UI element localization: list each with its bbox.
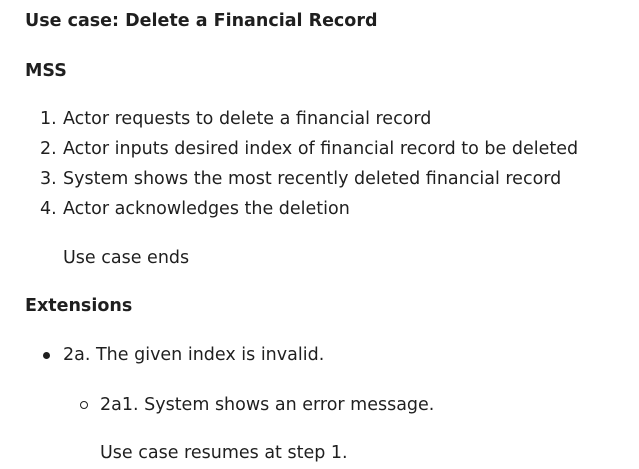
extensions-heading: Extensions	[25, 296, 133, 316]
mss-step: 1. Actor requests to delete a financial …	[0, 107, 639, 137]
step-text: Actor acknowledges the deletion	[63, 199, 350, 219]
mss-end-text: Use case ends	[63, 248, 190, 268]
mss-heading: MSS	[25, 61, 67, 81]
bullet-circle-icon	[80, 401, 88, 409]
mss-step-list: 1. Actor requests to delete a financial …	[0, 107, 639, 227]
step-number: 2.	[40, 139, 57, 159]
step-text: Actor inputs desired index of financial …	[63, 139, 579, 159]
mss-step: 2. Actor inputs desired index of financi…	[0, 137, 639, 167]
step-number: 3.	[40, 169, 57, 189]
step-number: 1.	[40, 109, 57, 129]
extension-item: 2a. The given index is invalid.	[0, 343, 639, 367]
mss-step: 3. System shows the most recently delete…	[0, 167, 639, 197]
extension-sub-text: 2a1. System shows an error message.	[100, 395, 435, 415]
extension-text: 2a. The given index is invalid.	[63, 345, 325, 365]
step-text: System shows the most recently deleted f…	[63, 169, 562, 189]
step-number: 4.	[40, 199, 57, 219]
mss-step: 4. Actor acknowledges the deletion	[0, 197, 639, 227]
bullet-disc-icon	[43, 352, 50, 359]
use-case-title: Use case: Delete a Financial Record	[25, 11, 378, 31]
extension-sub-item: 2a1. System shows an error message.	[0, 393, 639, 417]
step-text: Actor requests to delete a financial rec…	[63, 109, 432, 129]
extension-sub-note: Use case resumes at step 1.	[100, 443, 348, 463]
